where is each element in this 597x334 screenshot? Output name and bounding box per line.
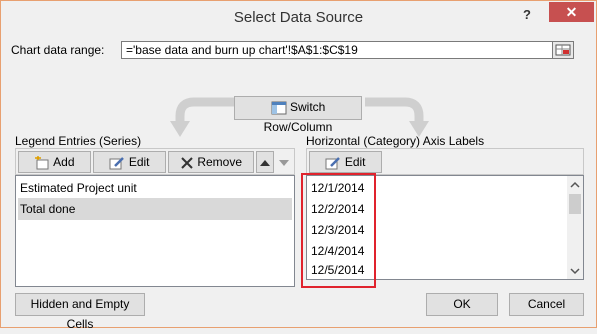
- switch-icon: [271, 101, 287, 115]
- axis-heading: Horizontal (Category) Axis Labels: [306, 134, 485, 148]
- move-up-button[interactable]: [256, 151, 274, 173]
- remove-x-icon: [181, 157, 193, 169]
- legend-heading: Legend Entries (Series): [15, 134, 142, 148]
- add-series-label: Add: [53, 155, 75, 169]
- axis-toolbar: Edit: [306, 148, 584, 175]
- legend-toolbar: Add Edit Remove: [15, 148, 295, 175]
- dialog-title: Select Data Source: [233, 9, 364, 26]
- chart-range-label: Chart data range:: [11, 43, 105, 57]
- edit-series-label: Edit: [128, 155, 150, 169]
- remove-series-button[interactable]: Remove: [168, 151, 254, 173]
- chart-range-input[interactable]: [121, 41, 573, 59]
- series-item[interactable]: Estimated Project unit: [18, 177, 292, 199]
- close-button[interactable]: ✕: [549, 2, 594, 22]
- edit-axis-labels-label: Edit: [344, 155, 366, 169]
- edit-axis-labels-button[interactable]: Edit: [309, 151, 382, 173]
- add-series-button[interactable]: Add: [18, 151, 91, 173]
- hidden-empty-cells-button[interactable]: Hidden and Empty Cells: [15, 293, 145, 331]
- scroll-thumb[interactable]: [569, 194, 581, 214]
- select-data-source-dialog: Select Data Source ? ✕ Chart data range:…: [0, 0, 597, 331]
- legend-series-list: Estimated Project unit Total done: [15, 175, 295, 287]
- edit-icon: [109, 156, 125, 170]
- edit-series-button[interactable]: Edit: [93, 151, 166, 173]
- add-icon: [35, 155, 49, 170]
- range-selector-button[interactable]: [552, 41, 574, 59]
- switch-row-column-button[interactable]: Switch Row/Column: [234, 96, 362, 134]
- series-item-selected[interactable]: Total done: [18, 198, 292, 220]
- move-down-icon: [279, 160, 289, 166]
- highlight-annotation-box: [301, 173, 376, 288]
- move-down-button[interactable]: [275, 151, 293, 173]
- help-button[interactable]: ?: [523, 7, 531, 22]
- title-bar: Select Data Source ? ✕: [1, 1, 596, 35]
- left-curved-arrow-icon: [170, 97, 234, 137]
- range-selector-icon: [555, 44, 571, 56]
- axis-list-scrollbar[interactable]: [567, 176, 583, 279]
- move-up-icon: [260, 160, 270, 166]
- scroll-up-icon[interactable]: [567, 178, 583, 192]
- remove-series-label: Remove: [197, 155, 243, 169]
- edit-icon: [325, 156, 341, 170]
- scroll-down-icon[interactable]: [567, 264, 583, 278]
- cancel-button[interactable]: Cancel: [509, 293, 584, 316]
- ok-button[interactable]: OK: [426, 293, 498, 316]
